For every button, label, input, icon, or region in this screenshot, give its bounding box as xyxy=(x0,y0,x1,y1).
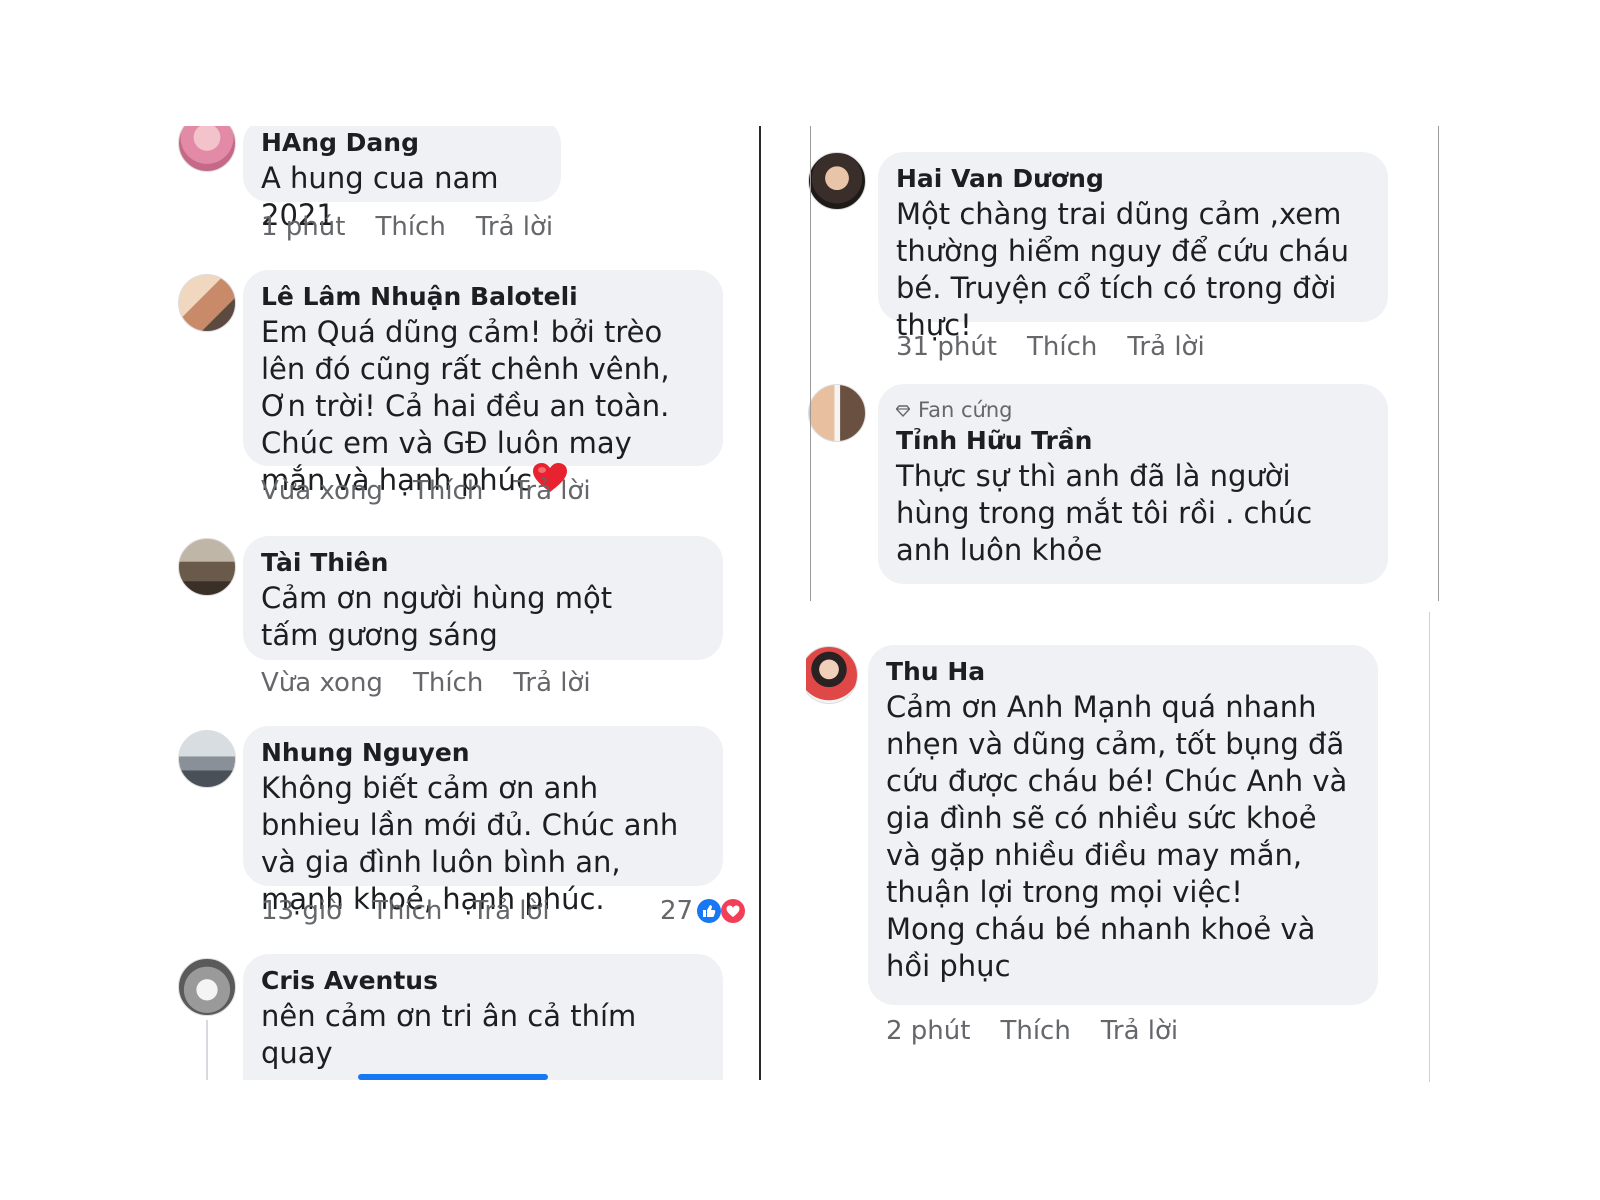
comment-actions: Vừa xong Thích Trả lời xyxy=(261,476,591,506)
panel-border xyxy=(1429,612,1430,1082)
comment-bubble: Tài Thiên Cảm ơn người hùng một tấm gươn… xyxy=(243,536,723,660)
like-button[interactable]: Thích xyxy=(372,896,442,926)
like-button[interactable]: Thích xyxy=(1027,332,1097,362)
comment-author[interactable]: Tỉnh Hữu Trần xyxy=(896,424,1370,458)
comment-actions: Vừa xong Thích Trả lời xyxy=(261,668,591,698)
comment-author[interactable]: Tài Thiên xyxy=(261,546,705,580)
comment-bubble: Hai Van Dương Một chàng trai dũng cảm ,x… xyxy=(878,152,1388,342)
avatar[interactable] xyxy=(178,274,236,332)
comment-author[interactable]: HAng Dang xyxy=(261,126,543,160)
comment-bubble: Fan cứng Tỉnh Hữu Trần Thực sự thì anh đ… xyxy=(878,384,1388,584)
love-reaction-icon xyxy=(721,899,746,923)
comment-actions: 13 giờ Thích Trả lời xyxy=(261,896,550,926)
fan-badge-label: Fan cứng xyxy=(918,398,1013,422)
scroll-indicator xyxy=(358,1074,548,1080)
fan-badge[interactable]: Fan cứng xyxy=(895,396,1370,424)
avatar[interactable] xyxy=(806,646,858,704)
comment-bubble: Thu Ha Cảm ơn Anh Mạnh quá nhanh nhẹn và… xyxy=(868,645,1378,1005)
comment-text: Em Quá dũng cảm! bởi trèo lên đó cũng rấ… xyxy=(261,314,705,503)
comment-time[interactable]: 1 phút xyxy=(261,212,345,242)
comment-time[interactable]: 31 phút xyxy=(896,332,997,362)
comment-text: nên cảm ơn tri ân cả thím quay xyxy=(261,999,637,1070)
thread-line xyxy=(206,1020,208,1080)
panel-border xyxy=(810,126,811,601)
comment-text: Một chàng trai dũng cảm ,xem thường hiểm… xyxy=(896,197,1350,342)
comment-bubble: Lê Lâm Nhuận Baloteli Em Quá dũng cảm! b… xyxy=(243,270,723,497)
reply-button[interactable]: Trả lời xyxy=(476,212,553,242)
comment-time[interactable]: 2 phút xyxy=(886,1016,970,1046)
comment-author[interactable]: Nhung Nguyen xyxy=(261,736,705,770)
avatar[interactable] xyxy=(178,126,236,172)
comment-actions: 2 phút Thích Trả lời xyxy=(886,1016,1178,1046)
comments-panel-left: HAng Dang A hung cua nam 2021 1 phút Thí… xyxy=(178,126,756,1080)
comment-text-line2: Mong cháu bé nhanh khoẻ và hồi phục xyxy=(886,912,1316,983)
comment-author[interactable]: Cris Aventus xyxy=(261,964,705,998)
comment-actions: 1 phút Thích Trả lời xyxy=(261,212,553,242)
like-button[interactable]: Thích xyxy=(375,212,445,242)
like-button[interactable]: Thích xyxy=(413,668,483,698)
reply-button[interactable]: Trả lời xyxy=(513,668,590,698)
panel-divider xyxy=(759,126,761,1080)
reply-button[interactable]: Trả lời xyxy=(1127,332,1204,362)
panel-border xyxy=(1438,126,1439,601)
reply-button[interactable]: Trả lời xyxy=(513,476,590,506)
like-button[interactable]: Thích xyxy=(413,476,483,506)
comment-time[interactable]: Vừa xong xyxy=(261,476,383,506)
avatar[interactable] xyxy=(178,958,236,1016)
comments-panel-right-bottom: Thu Ha Cảm ơn Anh Mạnh quá nhanh nhẹn và… xyxy=(806,612,1436,1082)
comment-bubble: Nhung Nguyen Không biết cảm ơn anh bnhie… xyxy=(243,726,723,916)
comments-panel-right-top: Hai Van Dương Một chàng trai dũng cảm ,x… xyxy=(806,126,1436,601)
comment-bubble: HAng Dang A hung cua nam 2021 xyxy=(243,126,561,232)
comment-author[interactable]: Hai Van Dương xyxy=(896,162,1370,196)
comment-text: Cảm ơn Anh Mạnh quá nhanh nhẹn và dũng c… xyxy=(886,690,1348,909)
comment-text: Thực sự thì anh đã là người hùng trong m… xyxy=(896,459,1313,567)
reply-button[interactable]: Trả lời xyxy=(1101,1016,1178,1046)
comment-actions: 31 phút Thích Trả lời xyxy=(896,332,1205,362)
comment-author[interactable]: Thu Ha xyxy=(886,655,1360,689)
comment-time[interactable]: Vừa xong xyxy=(261,668,383,698)
reaction-count: 27 xyxy=(660,896,694,926)
avatar[interactable] xyxy=(178,730,236,788)
comment-text: Cảm ơn người hùng một tấm gương sáng xyxy=(261,581,613,652)
like-button[interactable]: Thích xyxy=(1000,1016,1070,1046)
comment-bubble: Cris Aventus nên cảm ơn tri ân cả thím q… xyxy=(243,954,723,1080)
avatar[interactable] xyxy=(808,384,866,442)
like-reaction-icon xyxy=(697,899,722,923)
avatar[interactable] xyxy=(808,152,866,210)
reply-button[interactable]: Trả lời xyxy=(472,896,549,926)
comment-author[interactable]: Lê Lâm Nhuận Baloteli xyxy=(261,280,705,314)
diamond-icon xyxy=(895,396,911,424)
comment-time[interactable]: 13 giờ xyxy=(261,896,342,926)
reaction-summary[interactable]: 27 xyxy=(660,896,746,926)
avatar[interactable] xyxy=(178,538,236,596)
